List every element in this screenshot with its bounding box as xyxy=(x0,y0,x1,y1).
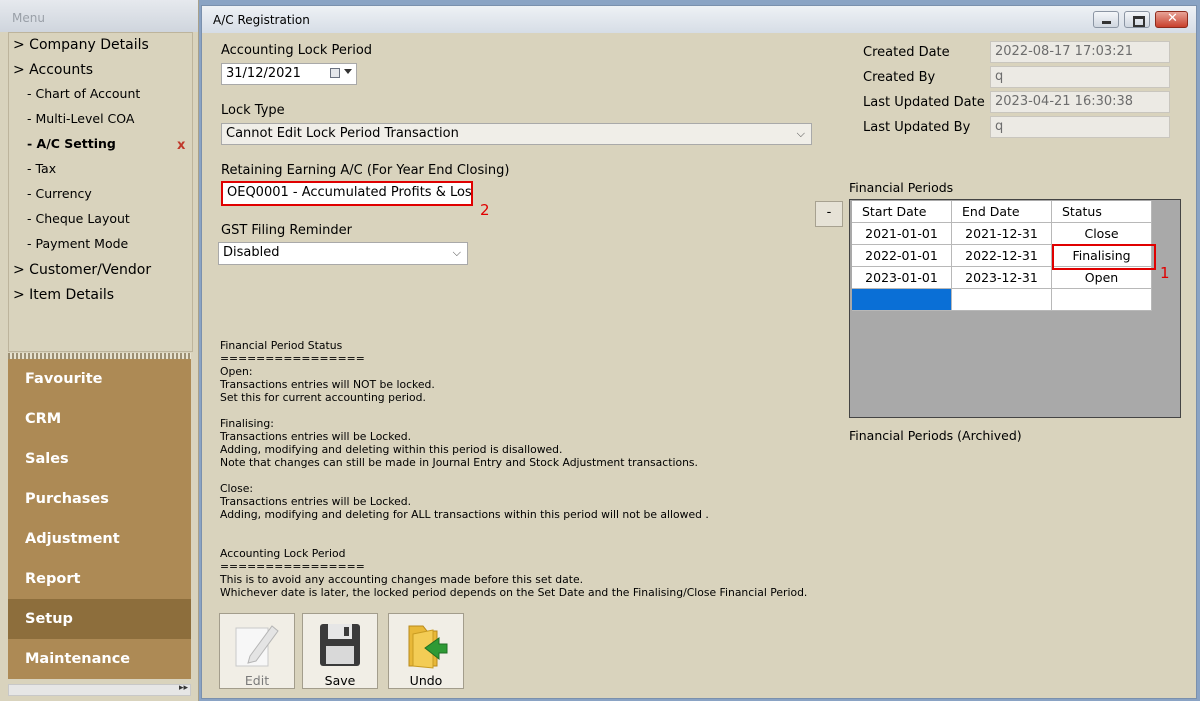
floppy-disk-icon xyxy=(320,624,360,666)
window-titlebar: A/C Registration ✕ xyxy=(202,6,1196,33)
annotation-box-2 xyxy=(221,181,473,206)
undo-button[interactable]: Undo xyxy=(388,613,464,689)
last-updated-by-field: q xyxy=(990,116,1170,138)
tree-item-tax[interactable]: - Tax xyxy=(27,158,56,180)
last-updated-date-field: 2023-04-21 16:30:38 xyxy=(990,91,1170,113)
last-updated-by-label: Last Updated By xyxy=(863,120,971,135)
chevron-down-icon[interactable]: ⌵ xyxy=(453,243,461,263)
window-title: A/C Registration xyxy=(213,13,310,27)
table-cell-end-date[interactable]: 2023-12-31 xyxy=(952,267,1052,289)
table-cell-start-date[interactable]: 2021-01-01 xyxy=(852,223,952,245)
tree-item-ac-setting[interactable]: - A/C Setting xyxy=(27,133,116,155)
save-button[interactable]: Save xyxy=(302,613,378,689)
minimize-icon[interactable] xyxy=(1093,11,1119,28)
tree-item-multi-level-coa[interactable]: - Multi-Level COA xyxy=(27,108,134,130)
menu-category-crm[interactable]: CRM xyxy=(8,399,191,439)
menu-horizontal-scrollbar[interactable]: ▸▸ xyxy=(8,683,191,696)
undo-button-label: Undo xyxy=(409,673,443,688)
created-by-label: Created By xyxy=(863,70,936,85)
financial-periods-grid: Start Date End Date Status 2021-01-01 20… xyxy=(849,199,1181,418)
menu-category-maintenance[interactable]: Maintenance xyxy=(8,639,191,679)
created-by-field: q xyxy=(990,66,1170,88)
table-cell-status[interactable]: Close xyxy=(1052,223,1152,245)
lock-period-date-picker[interactable]: 31/12/2021 xyxy=(221,63,357,85)
last-updated-date-label: Last Updated Date xyxy=(863,95,985,110)
annotation-marker-1: 1 xyxy=(1160,264,1170,282)
gst-reminder-select[interactable]: Disabled ⌵ xyxy=(218,242,468,265)
menu-category-adjustment[interactable]: Adjustment xyxy=(8,519,191,559)
tree-item-chart-of-account[interactable]: - Chart of Account xyxy=(27,83,140,105)
restore-icon[interactable] xyxy=(1124,11,1150,28)
tree-item-cheque-layout[interactable]: - Cheque Layout xyxy=(27,208,130,230)
tree-item-company-details[interactable]: > Company Details xyxy=(13,34,149,56)
lock-type-select[interactable]: Cannot Edit Lock Period Transaction ⌵ xyxy=(221,123,812,145)
lock-period-label: Accounting Lock Period xyxy=(221,43,373,58)
tree-item-payment-mode[interactable]: - Payment Mode xyxy=(27,233,128,255)
annotation-marker-2: 2 xyxy=(480,201,490,219)
table-cell-start-date[interactable]: 2023-01-01 xyxy=(852,267,952,289)
menu-panel: Menu > Company Details > Accounts - Char… xyxy=(0,0,199,701)
created-date-label: Created Date xyxy=(863,45,950,60)
table-cell-end-date[interactable]: 2022-12-31 xyxy=(952,245,1052,267)
undo-folder-icon xyxy=(408,625,448,669)
menu-category-sales[interactable]: Sales xyxy=(8,439,191,479)
annotation-box-1 xyxy=(1052,244,1156,270)
save-button-label: Save xyxy=(324,673,356,688)
lock-type-value: Cannot Edit Lock Period Transaction xyxy=(226,126,459,141)
calendar-icon[interactable] xyxy=(330,68,340,78)
table-cell-start-date[interactable]: 2022-01-01 xyxy=(852,245,952,267)
created-date-field: 2022-08-17 17:03:21 xyxy=(990,41,1170,63)
lock-period-value: 31/12/2021 xyxy=(226,66,301,81)
menu-tree: > Company Details > Accounts - Chart of … xyxy=(8,32,193,352)
dropdown-arrow-icon[interactable] xyxy=(344,69,352,74)
tree-item-currency[interactable]: - Currency xyxy=(27,183,92,205)
column-header-status[interactable]: Status xyxy=(1052,201,1152,223)
scroll-right-arrow-icon[interactable]: ▸▸ xyxy=(179,683,188,693)
financial-periods-archived-label: Financial Periods (Archived) xyxy=(849,428,1022,443)
remove-period-button[interactable]: - xyxy=(815,201,843,227)
menu-category-favourite[interactable]: Favourite xyxy=(8,359,191,399)
gst-reminder-value: Disabled xyxy=(223,245,280,260)
edit-button[interactable]: Edit xyxy=(219,613,295,689)
close-icon[interactable]: ✕ xyxy=(1155,11,1188,28)
gst-reminder-label: GST Filing Reminder xyxy=(221,223,352,238)
chevron-down-icon[interactable]: ⌵ xyxy=(797,124,805,144)
menu-category-report[interactable]: Report xyxy=(8,559,191,599)
retaining-earning-label: Retaining Earning A/C (For Year End Clos… xyxy=(221,163,510,178)
ac-setting-marker: x xyxy=(177,138,186,153)
new-row-cell-selected[interactable] xyxy=(852,289,952,311)
ac-registration-window: A/C Registration ✕ Accounting Lock Perio… xyxy=(201,5,1197,699)
column-header-start-date[interactable]: Start Date xyxy=(852,201,952,223)
lock-type-label: Lock Type xyxy=(221,103,285,118)
financial-periods-label: Financial Periods xyxy=(849,180,954,195)
menu-header: Menu xyxy=(0,0,198,32)
menu-category-purchases[interactable]: Purchases xyxy=(8,479,191,519)
tree-item-accounts[interactable]: > Accounts xyxy=(13,59,93,81)
new-row-cell[interactable] xyxy=(1052,289,1152,311)
tree-item-customer-vendor[interactable]: > Customer/Vendor xyxy=(13,259,151,281)
table-cell-status[interactable]: Open xyxy=(1052,267,1152,289)
edit-button-label: Edit xyxy=(244,673,270,688)
column-header-end-date[interactable]: End Date xyxy=(952,201,1052,223)
new-row-cell[interactable] xyxy=(952,289,1052,311)
table-cell-end-date[interactable]: 2021-12-31 xyxy=(952,223,1052,245)
tree-item-item-details[interactable]: > Item Details xyxy=(13,284,114,306)
pencil-icon xyxy=(235,625,279,667)
menu-category-setup[interactable]: Setup xyxy=(8,599,191,639)
menu-title: Menu xyxy=(12,11,45,25)
help-text: Financial Period Status ================… xyxy=(220,339,808,599)
